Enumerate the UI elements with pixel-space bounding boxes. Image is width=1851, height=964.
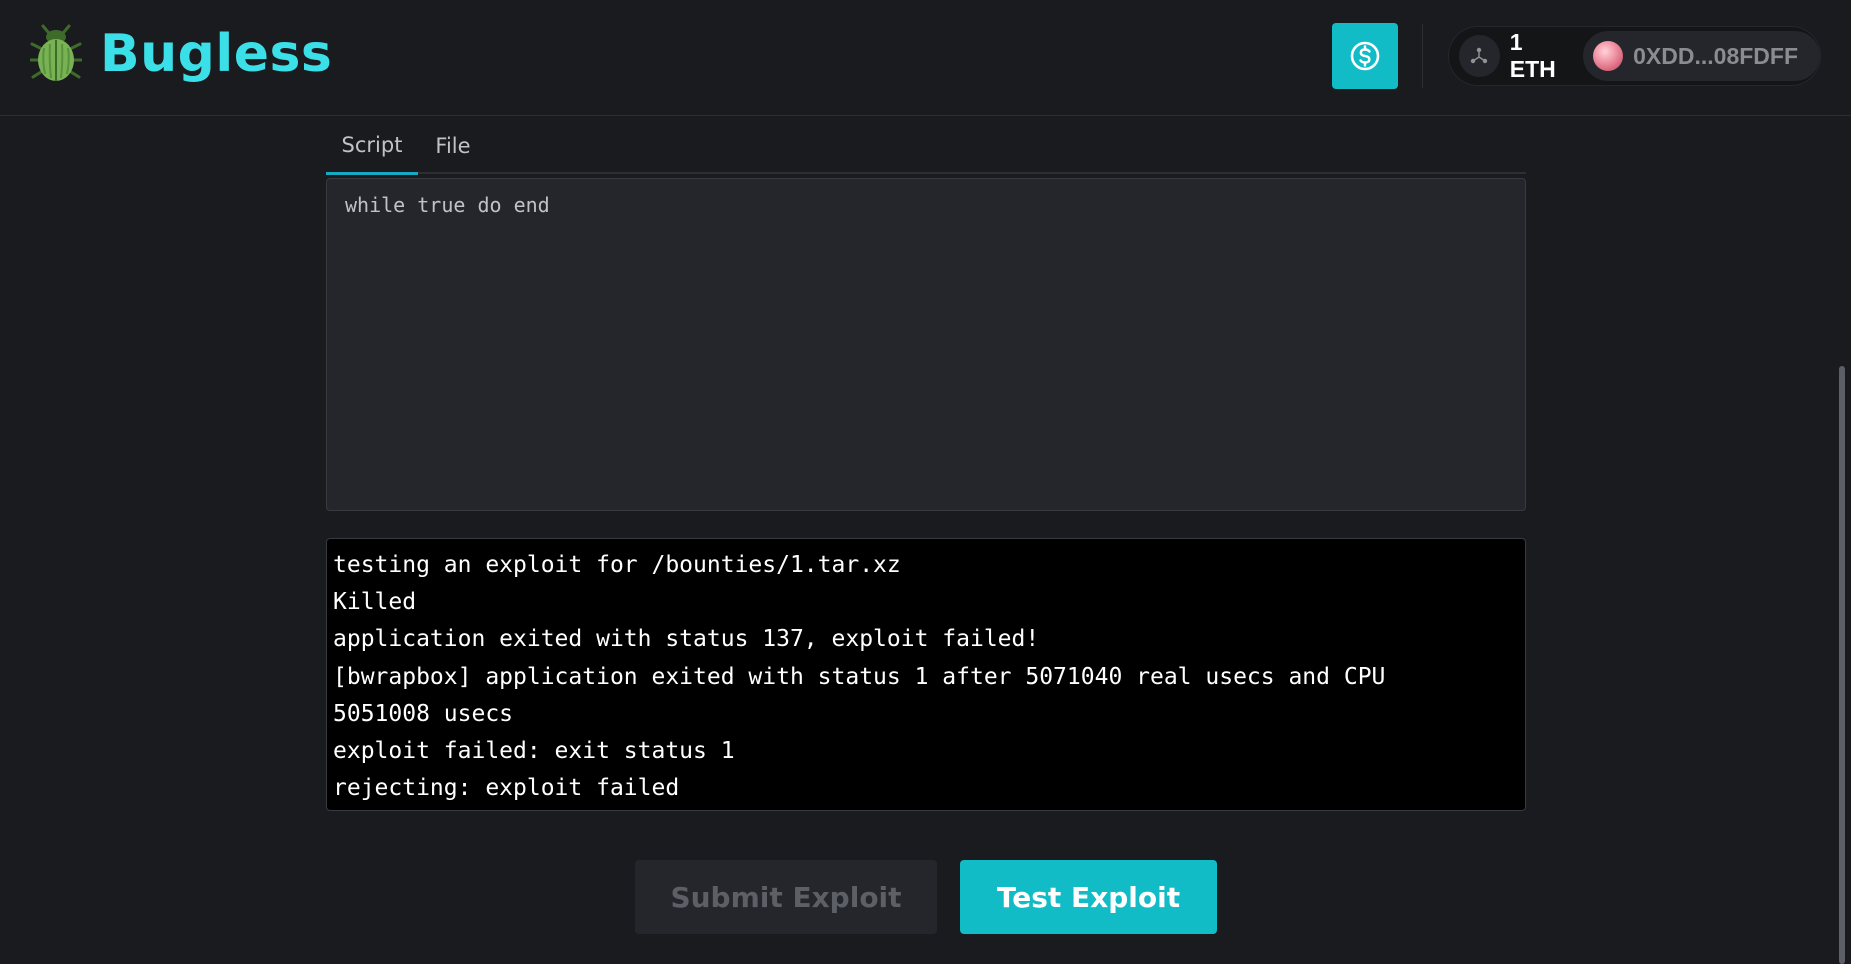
page-scrollbar[interactable] [1839,366,1845,964]
network-button[interactable] [1459,35,1500,77]
header-divider [1422,24,1423,88]
app-header: Bugless 1 ETH 0XDD...08FDFF [0,0,1851,116]
console-line: exploit failed: exit status 1 [333,737,735,764]
tab-script[interactable]: Script [326,118,418,175]
submit-exploit-button[interactable]: Submit Exploit [635,860,937,934]
console-line: testing an exploit for /bounties/1.tar.x… [333,552,901,578]
tab-file[interactable]: File [418,118,488,174]
console-line: [bwrapbox] application exited with statu… [333,663,1386,690]
console-line: application exited with status 137, expl… [333,626,1040,653]
console-line: rejecting: exploit failed [333,775,680,802]
network-icon [1471,47,1488,64]
wallet-panel: 1 ETH 0XDD...08FDFF [1448,26,1821,86]
account-button[interactable]: 0XDD...08FDFF [1583,31,1820,81]
tab-list: Script File [326,118,1526,175]
eth-balance: 1 ETH [1509,29,1556,82]
console-line: Killed [333,589,417,616]
beetle-icon [30,24,82,81]
faucet-button[interactable] [1332,23,1398,89]
console-line: 5051008 usecs [333,700,514,727]
test-exploit-button[interactable]: Test Exploit [960,860,1217,934]
console-output: testing an exploit for /bounties/1.tar.x… [326,538,1526,811]
wallet-address: 0XDD...08FDFF [1633,42,1798,69]
avatar [1593,41,1624,71]
script-editor[interactable]: while true do end [326,178,1526,511]
dollar-circle-icon [1350,41,1380,71]
logo[interactable]: Bugless [30,24,332,84]
app-name: Bugless [100,24,333,84]
